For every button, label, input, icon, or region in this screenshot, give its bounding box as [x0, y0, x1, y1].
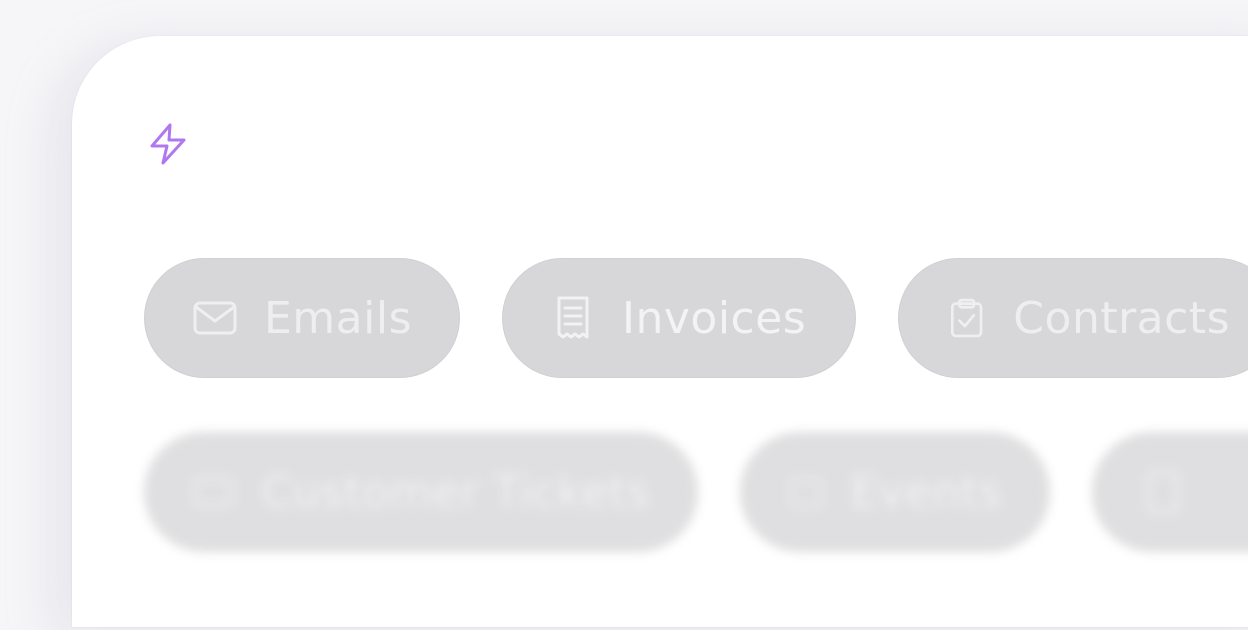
clipboard-check-icon [950, 298, 983, 338]
chip-more[interactable] [1092, 432, 1248, 552]
ticket-icon [194, 478, 233, 506]
chip-emails-label: Emails [264, 292, 412, 344]
category-row-primary: Emails Invoices Contracts [144, 258, 1248, 378]
chip-customer-tickets[interactable]: Customer Tickets [144, 432, 698, 552]
chip-contracts-label: Contracts [1013, 292, 1230, 344]
card-panel: Emails Invoices Contracts Customer Ticke… [72, 36, 1248, 627]
chip-invoices-label: Invoices [622, 292, 807, 344]
lightning-bolt-icon [150, 123, 186, 165]
chip-events-label: Events [850, 466, 1002, 518]
chip-customer-tickets-label: Customer Tickets [261, 466, 650, 518]
envelope-icon [193, 301, 237, 335]
chip-invoices[interactable]: Invoices [502, 258, 856, 378]
chip-events[interactable]: Events [740, 432, 1050, 552]
chip-emails[interactable]: Emails [144, 258, 460, 378]
category-row-secondary: Customer Tickets Events [144, 432, 1248, 552]
calendar-icon [790, 479, 822, 507]
chip-contracts[interactable]: Contracts [898, 258, 1248, 378]
document-icon [1147, 471, 1179, 513]
receipt-icon [557, 296, 589, 339]
